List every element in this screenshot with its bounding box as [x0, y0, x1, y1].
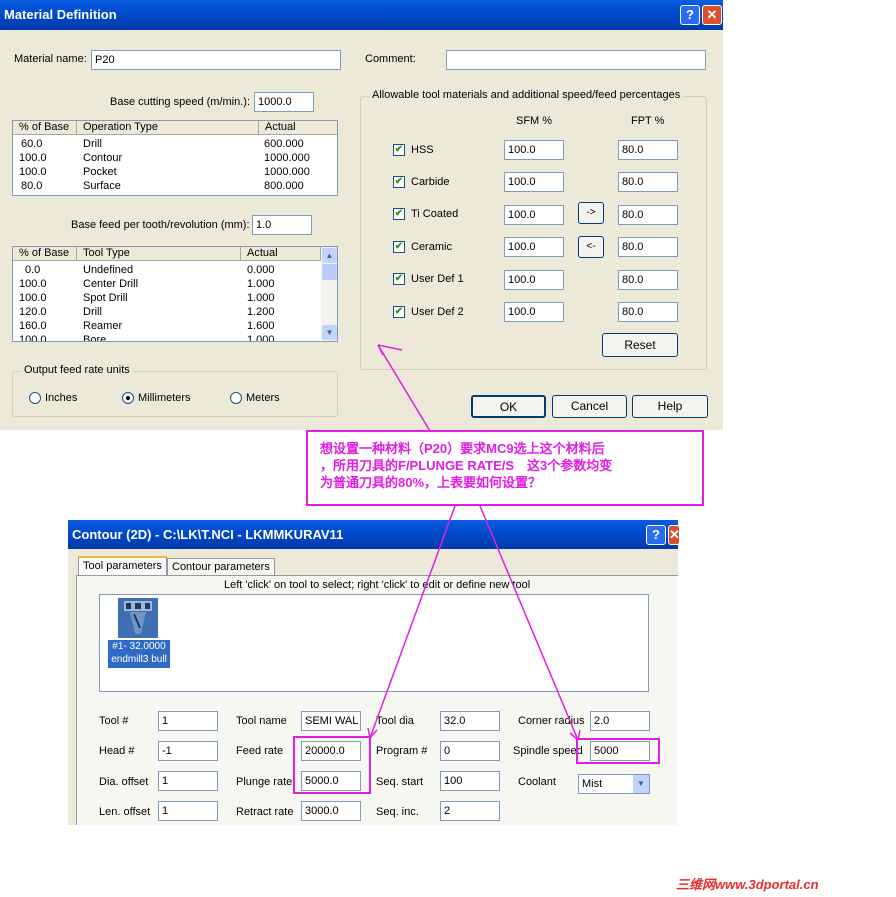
annotation-arrows	[367, 344, 581, 741]
watermark: 三维网www.3dportal.cn	[676, 877, 819, 892]
arrow-to-feed-rate	[369, 505, 456, 739]
arrow-to-material-dialog	[377, 344, 431, 432]
arrow-to-spindle	[479, 505, 579, 741]
